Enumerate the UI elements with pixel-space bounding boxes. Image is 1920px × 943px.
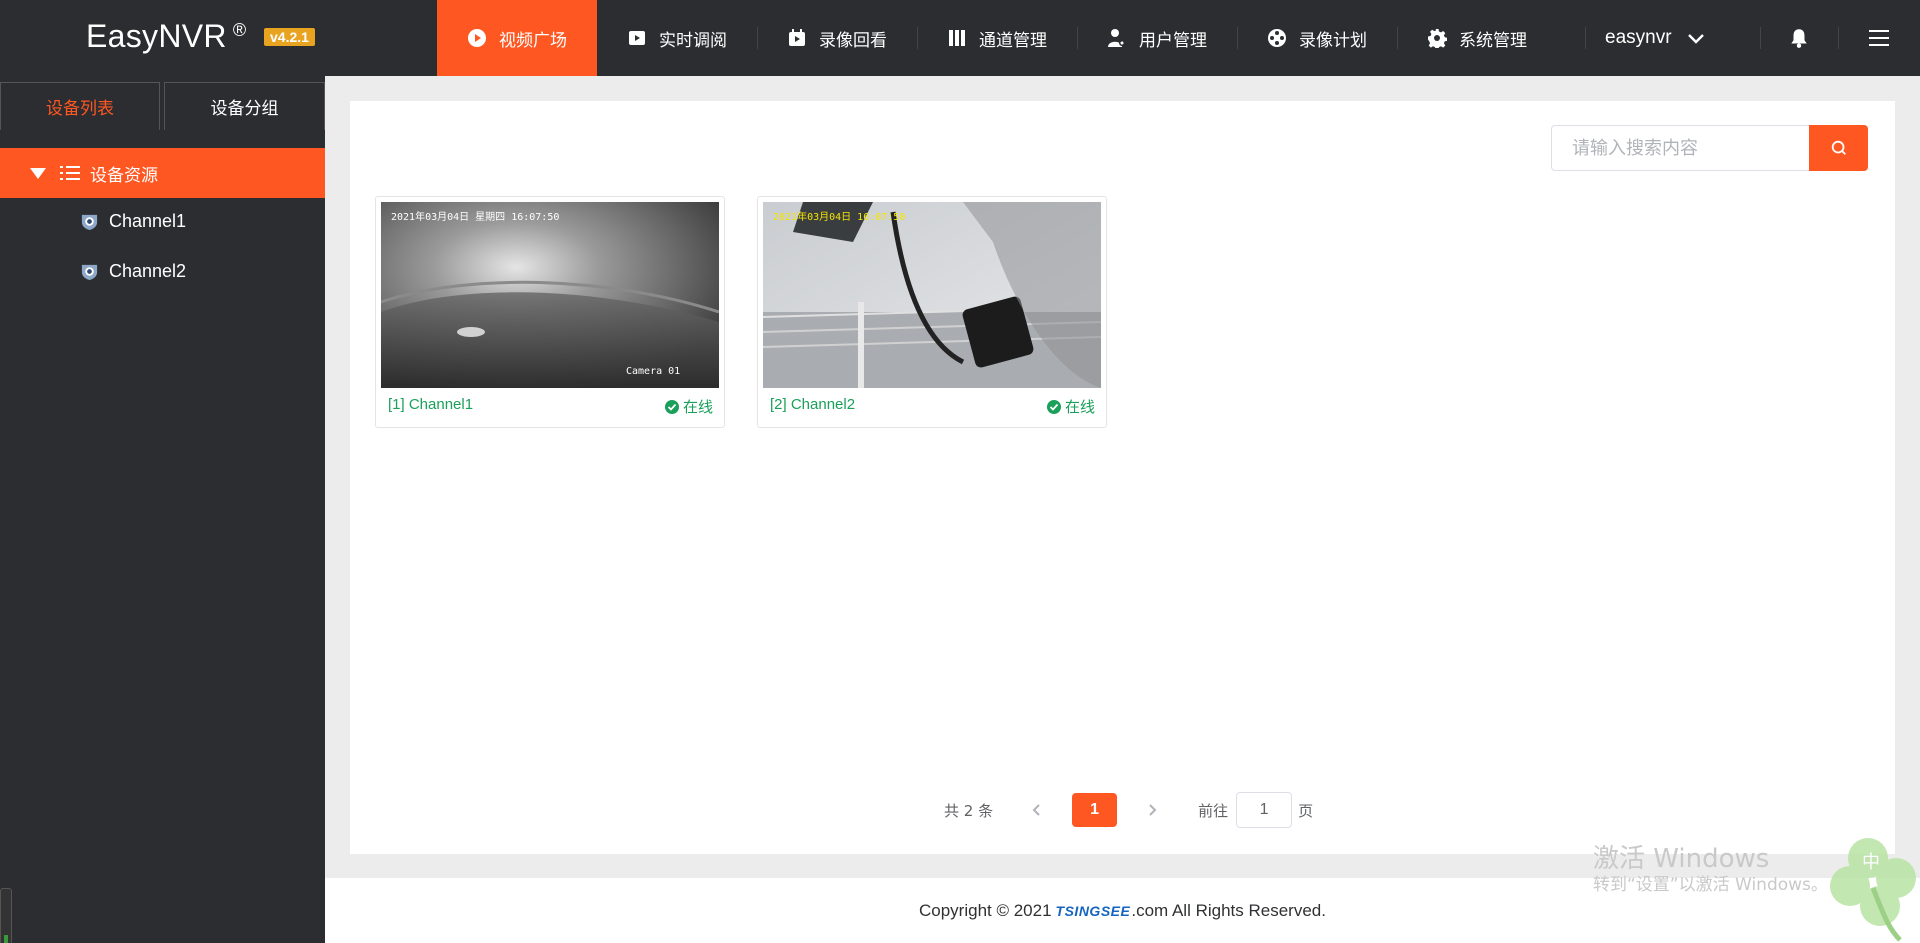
nav-label: 通道管理	[979, 30, 1047, 51]
divider	[1585, 27, 1586, 49]
nav-label: 用户管理	[1139, 30, 1207, 51]
camera-shield-icon	[81, 264, 98, 280]
nav-label: 系统管理	[1459, 30, 1527, 51]
video-camera-icon	[627, 28, 647, 48]
nav-user-manage[interactable]: 用户管理	[1077, 0, 1237, 76]
search-bar	[1551, 125, 1868, 171]
nav-system-manage[interactable]: 系统管理	[1397, 0, 1557, 76]
camera-snapshot: 2021年03月04日 16:07:50	[763, 202, 1101, 388]
channel-caption[interactable]: [2] Channel2	[770, 396, 855, 413]
pagination: 共 2 条 1 前往 页	[944, 792, 1313, 828]
osd-camera-name: Camera 01	[626, 366, 680, 377]
tree-root-label: 设备资源	[90, 165, 158, 186]
camera-snapshot: 2021年03月04日 星期四 16:07:50 Camera 01	[381, 202, 719, 388]
nav-label: 视频广场	[499, 30, 567, 51]
activation-watermark-subtitle: 转到“设置”以激活 Windows。	[1593, 875, 1828, 895]
channel-card-2[interactable]: 2021年03月04日 16:07:50 [2] Channel2 在线	[757, 196, 1107, 428]
user-gear-icon	[1107, 28, 1127, 48]
chevron-right-icon	[1149, 804, 1157, 816]
app-name: EasyNVR	[86, 18, 227, 54]
page-unit-label: 页	[1298, 801, 1314, 820]
divider	[1760, 27, 1761, 49]
top-navbar: EasyNVR ® v4.2.1 视频广场 实时调阅 录像回看 通道管理 用户管理…	[0, 0, 1920, 76]
nav-channel-manage[interactable]: 通道管理	[917, 0, 1077, 76]
chevron-down-icon	[1687, 34, 1704, 44]
copyright-suffix: .com All Rights Reserved.	[1131, 900, 1326, 920]
search-input[interactable]	[1551, 125, 1809, 171]
play-circle-icon	[467, 28, 487, 48]
search-button[interactable]	[1809, 125, 1868, 171]
channel-card-1[interactable]: 2021年03月04日 星期四 16:07:50 Camera 01 [1] C…	[375, 196, 725, 428]
page-jump-input[interactable]	[1236, 792, 1293, 828]
columns-icon	[947, 28, 967, 48]
film-reel-icon	[1267, 28, 1287, 48]
tree-root-device-resources[interactable]: 设备资源	[0, 148, 325, 198]
check-circle-icon	[1046, 399, 1061, 414]
nav-live-view[interactable]: 实时调阅	[597, 0, 757, 76]
video-thumbnail[interactable]: 2021年03月04日 星期四 16:07:50 Camera 01	[381, 202, 719, 388]
sidebar-tabs: 设备列表 设备分组	[0, 82, 325, 130]
list-icon	[60, 166, 80, 180]
chevron-left-icon	[1032, 804, 1040, 816]
version-badge: v4.2.1	[264, 28, 315, 46]
tree-item-channel2[interactable]: Channel2	[80, 256, 186, 286]
nav-label: 录像计划	[1299, 30, 1367, 51]
nav-label: 录像回看	[819, 30, 887, 51]
nav-label: 实时调阅	[659, 30, 727, 51]
tree-item-label: Channel1	[109, 210, 187, 231]
status-badge: 在线	[664, 396, 713, 417]
sidebar: 设备列表 设备分组 设备资源 Channel1 Channel2	[0, 76, 325, 943]
main-nav: 视频广场 实时调阅 录像回看 通道管理 用户管理 录像计划 系统管理	[437, 0, 1557, 76]
user-name: easynvr	[1605, 27, 1672, 48]
tab-device-group[interactable]: 设备分组	[164, 82, 325, 130]
status-badge: 在线	[1046, 396, 1095, 417]
side-widget[interactable]	[0, 888, 12, 943]
nav-playback[interactable]: 录像回看	[757, 0, 917, 76]
hamburger-menu-icon[interactable]	[1868, 28, 1890, 48]
osd-timestamp: 2021年03月04日 星期四 16:07:50	[391, 210, 559, 223]
status-label: 在线	[1064, 398, 1095, 416]
tsingsee-logo[interactable]: TSINGSEE	[1056, 903, 1131, 919]
check-circle-icon	[664, 399, 679, 414]
osd-timestamp: 2021年03月04日 16:07:50	[773, 210, 905, 223]
prev-page-button[interactable]	[1025, 798, 1049, 822]
playback-icon	[787, 28, 807, 48]
registered-mark: ®	[232, 20, 247, 40]
bell-icon[interactable]	[1788, 27, 1810, 49]
gear-icon	[1427, 28, 1447, 48]
divider	[1838, 27, 1839, 49]
search-icon	[1831, 140, 1846, 155]
nav-video-square[interactable]: 视频广场	[437, 0, 597, 76]
next-page-button[interactable]	[1140, 798, 1164, 822]
tree-item-label: Channel2	[109, 260, 187, 281]
page-number-current[interactable]: 1	[1072, 793, 1118, 827]
camera-shield-icon	[81, 214, 98, 230]
nav-record-plan[interactable]: 录像计划	[1237, 0, 1397, 76]
pagination-total: 共 2 条	[944, 801, 994, 820]
svg-text:中: 中	[1862, 852, 1880, 873]
app-logo[interactable]: EasyNVR ®	[86, 18, 246, 55]
goto-label: 前往	[1198, 801, 1229, 820]
tab-device-list[interactable]: 设备列表	[0, 82, 160, 130]
user-menu[interactable]: easynvr	[1605, 0, 1706, 76]
clover-ime-icon[interactable]: 中	[1828, 828, 1920, 943]
copyright-text: Copyright © 2021	[919, 900, 1052, 920]
channel-caption[interactable]: [1] Channel1	[388, 396, 473, 413]
video-thumbnail[interactable]: 2021年03月04日 16:07:50	[763, 202, 1101, 388]
status-label: 在线	[682, 398, 713, 416]
tree-item-channel1[interactable]: Channel1	[80, 206, 186, 236]
caret-down-icon[interactable]	[30, 167, 46, 179]
